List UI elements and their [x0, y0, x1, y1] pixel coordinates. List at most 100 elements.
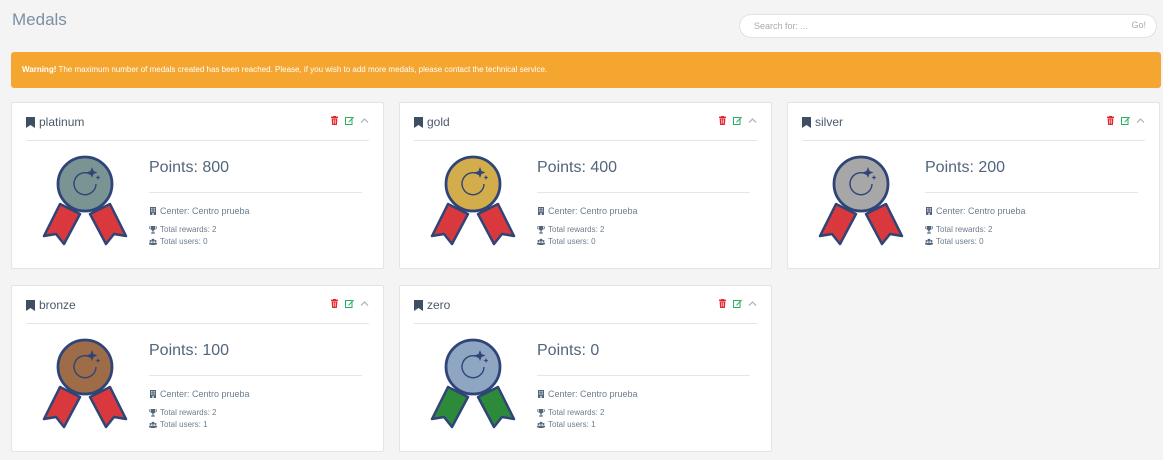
trash-icon[interactable]: [718, 116, 727, 125]
users-icon: [537, 421, 545, 428]
search-box: Go!: [739, 14, 1157, 38]
rewards-info: Total rewards: 2: [149, 225, 216, 234]
card-header: silver: [802, 115, 1145, 130]
card-header: zero: [414, 298, 757, 313]
medal-icon: [42, 155, 128, 246]
center-text: Center: Centro prueba: [160, 389, 250, 399]
points-value: Points: 0: [537, 342, 600, 359]
medal-card-gold: gold Points: 400 Center: Centro prueba T…: [399, 102, 772, 269]
edit-icon[interactable]: [733, 116, 742, 125]
rewards-text: Total rewards: 2: [548, 225, 605, 234]
trash-icon[interactable]: [718, 299, 727, 308]
bookmark-icon: [802, 116, 811, 128]
medal-name: platinum: [39, 115, 85, 129]
center-text: Center: Centro prueba: [548, 389, 638, 399]
trophy-icon: [149, 408, 157, 417]
medal-disc: [56, 155, 114, 213]
users-info: Total users: 0: [149, 237, 208, 246]
building-icon: [150, 207, 156, 215]
card-tools: [330, 299, 369, 308]
trash-icon[interactable]: [330, 116, 339, 125]
card-tools: [330, 116, 369, 125]
chevron-up-icon[interactable]: [360, 116, 369, 125]
medal-card-zero: zero Points: 0 Center: Centro prueba Tot…: [399, 285, 772, 452]
medal-disc: [444, 155, 502, 213]
center-text: Center: Centro prueba: [160, 206, 250, 216]
rewards-text: Total rewards: 2: [548, 408, 605, 417]
center-info: Center: Centro prueba: [925, 206, 1026, 216]
trash-icon[interactable]: [330, 299, 339, 308]
users-text: Total users: 1: [160, 420, 208, 429]
bookmark-icon: [414, 299, 423, 311]
info-divider: [149, 375, 362, 376]
building-icon: [150, 390, 156, 398]
users-info: Total users: 1: [149, 420, 208, 429]
center-text: Center: Centro prueba: [548, 206, 638, 216]
edit-icon[interactable]: [1121, 116, 1130, 125]
chevron-up-icon[interactable]: [1136, 116, 1145, 125]
center-info: Center: Centro prueba: [149, 389, 250, 399]
card-divider: [802, 140, 1145, 141]
card-title[interactable]: gold: [414, 115, 450, 129]
search-go-button[interactable]: Go!: [1131, 20, 1146, 30]
info-divider: [149, 192, 362, 193]
medal-card-silver: silver Points: 200 Center: Centro prueba…: [787, 102, 1160, 269]
card-header: platinum: [26, 115, 369, 130]
page-title: Medals: [12, 10, 67, 29]
warning-alert: Warning! The maximum number of medals cr…: [11, 52, 1161, 88]
edit-icon[interactable]: [733, 299, 742, 308]
card-tools: [1106, 116, 1145, 125]
trophy-icon: [925, 225, 933, 234]
medal-icon: [430, 338, 516, 429]
users-text: Total users: 0: [548, 237, 596, 246]
bookmark-icon: [26, 299, 35, 311]
warning-strong: Warning!: [22, 65, 57, 74]
rewards-info: Total rewards: 2: [537, 225, 604, 234]
users-text: Total users: 1: [548, 420, 596, 429]
rewards-text: Total rewards: 2: [936, 225, 993, 234]
chevron-up-icon[interactable]: [360, 299, 369, 308]
chevron-up-icon[interactable]: [748, 299, 757, 308]
users-text: Total users: 0: [160, 237, 208, 246]
card-divider: [414, 140, 757, 141]
building-icon: [538, 390, 544, 398]
rewards-info: Total rewards: 2: [925, 225, 992, 234]
page-header: Medals Go!: [0, 0, 1163, 44]
points-value: Points: 800: [149, 159, 230, 176]
medal-disc: [832, 155, 890, 213]
card-title[interactable]: zero: [414, 298, 450, 312]
medal-disc: [56, 338, 114, 396]
medal-name: gold: [427, 115, 450, 129]
card-title[interactable]: silver: [802, 115, 843, 129]
center-info: Center: Centro prueba: [149, 206, 250, 216]
users-info: Total users: 0: [537, 237, 596, 246]
rewards-info: Total rewards: 2: [149, 408, 216, 417]
points-value: Points: 100: [149, 342, 230, 359]
medal-name: silver: [815, 115, 844, 129]
users-info: Total users: 1: [537, 420, 596, 429]
users-icon: [925, 238, 933, 245]
users-icon: [149, 421, 157, 428]
card-tools: [718, 299, 757, 308]
building-icon: [538, 207, 544, 215]
edit-icon[interactable]: [345, 116, 354, 125]
medal-icon: [430, 155, 516, 246]
center-info: Center: Centro prueba: [537, 206, 638, 216]
card-title[interactable]: platinum: [26, 115, 84, 129]
chevron-up-icon[interactable]: [748, 116, 757, 125]
rewards-text: Total rewards: 2: [160, 225, 217, 234]
rewards-info: Total rewards: 2: [537, 408, 604, 417]
search-input[interactable]: [754, 19, 1094, 33]
trophy-icon: [537, 225, 545, 234]
medal-disc: [444, 338, 502, 396]
center-text: Center: Centro prueba: [936, 206, 1026, 216]
trophy-icon: [537, 408, 545, 417]
card-header: bronze: [26, 298, 369, 313]
warning-text: The maximum number of medals created has…: [56, 65, 548, 74]
users-text: Total users: 0: [936, 237, 984, 246]
card-title[interactable]: bronze: [26, 298, 76, 312]
trash-icon[interactable]: [1106, 116, 1115, 125]
card-header: gold: [414, 115, 757, 130]
edit-icon[interactable]: [345, 299, 354, 308]
building-icon: [926, 207, 932, 215]
